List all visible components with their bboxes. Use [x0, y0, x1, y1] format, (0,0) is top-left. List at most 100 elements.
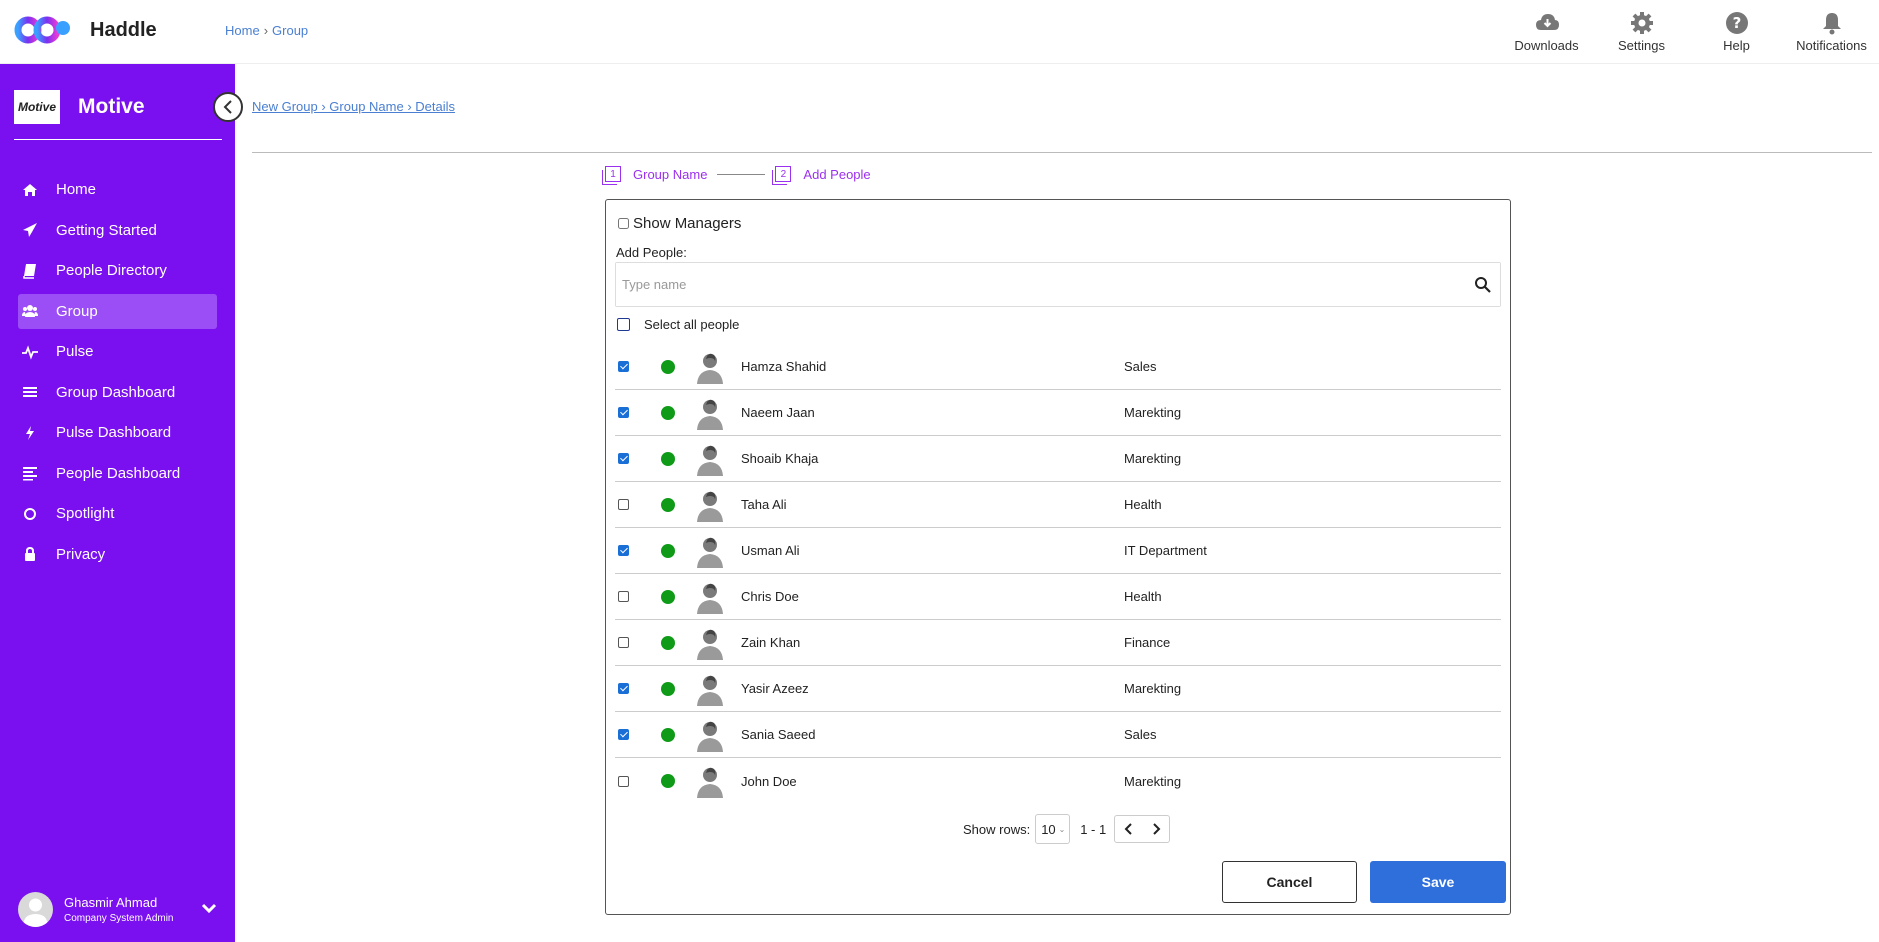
search-box	[615, 262, 1501, 307]
person-checkbox[interactable]	[618, 499, 629, 510]
list-item[interactable]: Zain Khan Finance	[615, 620, 1501, 666]
person-department: IT Department	[1124, 543, 1207, 558]
avatar	[695, 580, 725, 614]
gear-icon	[1630, 12, 1653, 34]
breadcrumb-separator: ›	[263, 23, 269, 38]
status-indicator	[661, 681, 675, 696]
list-item[interactable]: Hamza Shahid Sales	[615, 344, 1501, 390]
settings-button[interactable]: Settings	[1594, 10, 1689, 53]
status-indicator	[661, 497, 675, 512]
person-checkbox[interactable]	[618, 545, 629, 556]
list-item[interactable]: Taha Ali Health	[615, 482, 1501, 528]
chevron-left-icon	[223, 100, 232, 114]
next-page-button[interactable]	[1142, 816, 1169, 842]
step-add-people[interactable]: 2 Add People	[772, 166, 871, 185]
sidebar-item-group[interactable]: Group	[18, 293, 217, 329]
list-icon	[23, 387, 37, 397]
downloads-button[interactable]: Downloads	[1499, 10, 1594, 53]
save-button[interactable]: Save	[1370, 861, 1506, 903]
user-profile[interactable]: Ghasmir Ahmad Company System Admin	[18, 889, 218, 929]
sidebar-item-label: People Dashboard	[56, 464, 181, 482]
bolt-icon	[26, 425, 34, 440]
sidebar-collapse-button[interactable]	[213, 92, 243, 122]
person-checkbox[interactable]	[618, 775, 629, 787]
sidebar-item-getting-started[interactable]: Getting Started	[18, 213, 217, 248]
cloud-download-icon	[1535, 14, 1559, 30]
sidebar-item-label: Group Dashboard	[56, 383, 176, 401]
list-item[interactable]: Chris Doe Health	[615, 574, 1501, 620]
list-item[interactable]: Sania Saeed Sales	[615, 712, 1501, 758]
status-indicator	[661, 451, 675, 466]
haddle-logo[interactable]	[14, 12, 72, 48]
select-all-label: Select all people	[644, 317, 740, 332]
avatar	[695, 534, 725, 568]
list-item[interactable]: Yasir Azeez Marekting	[615, 666, 1501, 712]
show-managers-label: Show Managers	[633, 215, 742, 232]
person-checkbox[interactable]	[618, 683, 629, 694]
sidebar-item-label: Privacy	[56, 545, 106, 563]
person-department: Marekting	[1124, 681, 1182, 696]
breadcrumb-home[interactable]: Home	[225, 23, 260, 38]
chevron-right-icon	[1153, 823, 1161, 835]
avatar	[695, 396, 725, 430]
svg-text:?: ?	[1732, 14, 1741, 32]
sidebar-item-people-dashboard[interactable]: People Dashboard	[18, 456, 217, 491]
person-department: Sales	[1124, 359, 1157, 374]
avatar	[695, 488, 725, 522]
avatar	[695, 442, 725, 476]
bell-icon	[1822, 13, 1841, 35]
step-label: Add People	[803, 166, 871, 182]
person-name: Sania Saeed	[741, 727, 816, 742]
sidebar-item-privacy[interactable]: Privacy	[18, 537, 217, 572]
select-all-checkbox[interactable]	[617, 318, 630, 331]
person-checkbox[interactable]	[618, 729, 629, 740]
app-name: Haddle	[90, 19, 157, 41]
help-button[interactable]: ? Help	[1689, 10, 1784, 53]
cancel-button[interactable]: Cancel	[1222, 861, 1357, 903]
sidebar-item-pulse[interactable]: Pulse	[18, 334, 217, 369]
status-indicator	[661, 543, 675, 558]
prev-page-button[interactable]	[1115, 816, 1142, 842]
user-name: Ghasmir Ahmad	[64, 894, 158, 910]
lock-icon	[25, 546, 35, 561]
list-item[interactable]: John Doe Marekting	[615, 758, 1501, 804]
person-checkbox[interactable]	[618, 361, 629, 372]
top-breadcrumb: Home › Group	[225, 23, 308, 38]
help-label: Help	[1723, 38, 1750, 53]
person-checkbox[interactable]	[618, 591, 629, 602]
select-all-toggle[interactable]: Select all people	[617, 317, 739, 332]
show-rows-label: Show rows:	[963, 821, 1031, 837]
step-group-name[interactable]: 1 Group Name	[602, 166, 707, 185]
user-info: Ghasmir Ahmad Company System Admin	[64, 895, 174, 924]
circle-icon	[24, 507, 36, 520]
search-icon[interactable]	[1474, 276, 1492, 294]
person-checkbox[interactable]	[618, 453, 629, 464]
details-breadcrumb[interactable]: New Group › Group Name › Details	[252, 99, 455, 114]
list-item[interactable]: Usman Ali IT Department	[615, 528, 1501, 574]
sidebar-item-pulse-dashboard[interactable]: Pulse Dashboard	[18, 415, 217, 450]
breadcrumb-group[interactable]: Group	[272, 23, 308, 38]
sidebar-item-group-dashboard[interactable]: Group Dashboard	[18, 375, 217, 410]
rows-per-page-value: 10	[1041, 821, 1056, 837]
top-bar: Haddle Home › Group Downloads Settings ?…	[0, 0, 1879, 64]
show-managers-checkbox[interactable]	[618, 218, 629, 229]
person-checkbox[interactable]	[618, 637, 629, 648]
sidebar-item-spotlight[interactable]: Spotlight	[18, 496, 217, 531]
person-checkbox[interactable]	[618, 407, 629, 418]
show-managers-toggle[interactable]: Show Managers	[618, 215, 741, 232]
status-indicator	[661, 359, 675, 374]
chevron-down-icon[interactable]	[200, 899, 218, 917]
sidebar: Motive Motive Home Getting Started Peopl…	[0, 64, 235, 942]
list-item[interactable]: Naeem Jaan Marekting	[615, 390, 1501, 436]
notifications-button[interactable]: Notifications	[1784, 10, 1879, 53]
person-name: Zain Khan	[741, 635, 801, 650]
step-number-icon: 2	[772, 166, 792, 185]
search-input[interactable]	[616, 263, 1500, 306]
sidebar-item-label: Pulse Dashboard	[56, 424, 172, 441]
person-department: Marekting	[1124, 451, 1182, 466]
list-item[interactable]: Shoaib Khaja Marekting	[615, 436, 1501, 482]
chevron-down-icon: ⌄	[1058, 824, 1066, 834]
sidebar-item-home[interactable]: Home	[18, 172, 217, 207]
sidebar-item-people-directory[interactable]: People Directory	[18, 253, 217, 288]
rows-per-page-select[interactable]: 10 ⌄	[1035, 814, 1071, 844]
